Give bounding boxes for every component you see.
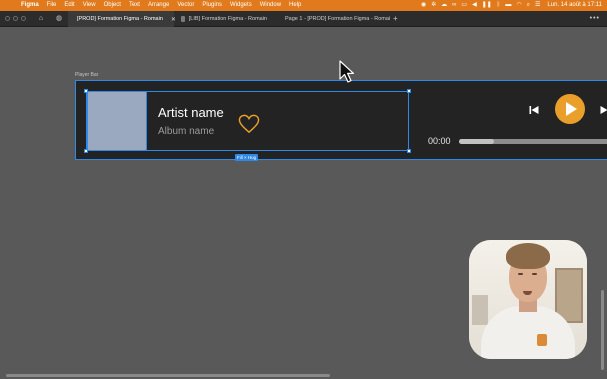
- menu-help[interactable]: Help: [285, 0, 305, 11]
- menu-arrange[interactable]: Arrange: [144, 0, 173, 11]
- presenter-eye: [518, 273, 523, 275]
- creative-cloud-icon[interactable]: ☁: [441, 0, 447, 11]
- tab-label: [PROD] Formation Figma - Romain: [77, 16, 163, 22]
- control-center-icon[interactable]: ☰: [535, 0, 540, 11]
- window-minimize-button[interactable]: [13, 16, 18, 21]
- volume-icon[interactable]: ◀: [472, 0, 477, 11]
- settings-icon[interactable]: ✲: [431, 0, 436, 11]
- record-icon[interactable]: ◉: [421, 0, 426, 11]
- menu-vector[interactable]: Vector: [173, 0, 198, 11]
- progress-track[interactable]: [459, 139, 607, 144]
- tab-lib-file[interactable]: [LIB] Formation Figma - Romain: [176, 11, 272, 27]
- selection-box: [86, 91, 409, 151]
- battery-icon[interactable]: ▬: [505, 0, 511, 11]
- menu-bar: Figma File Edit View Object Text Arrange…: [0, 0, 607, 11]
- menu-widgets[interactable]: Widgets: [226, 0, 256, 11]
- status-area: ◉ ✲ ☁ ∞ ▭ ◀ ❚❚ ᛒ ▬ ◠ ⌕ ☰ Lun. 14 août à …: [421, 0, 602, 11]
- skip-next-icon[interactable]: [599, 104, 607, 116]
- search-icon[interactable]: ⌕: [527, 0, 530, 11]
- tab-prod-file[interactable]: [PROD] Formation Figma - Romain ✕: [68, 11, 176, 27]
- link-icon[interactable]: ∞: [452, 0, 456, 11]
- shirt-print: [537, 334, 547, 346]
- menu-view[interactable]: View: [79, 0, 100, 11]
- elapsed-time: 00:00: [428, 136, 451, 146]
- player-bar-frame[interactable]: Artist name Album name Fill × Hug 00:00: [75, 80, 607, 161]
- tab-page-1[interactable]: Page 1 - [PROD] Formation Figma - Romai: [276, 11, 391, 27]
- resize-handle[interactable]: [84, 149, 88, 153]
- menu-clock[interactable]: Lun. 14 août à 17:11: [547, 0, 602, 11]
- window-zoom-button[interactable]: [21, 16, 26, 21]
- menu-app-name[interactable]: Figma: [17, 0, 43, 11]
- menu-text[interactable]: Text: [125, 0, 144, 11]
- window-close-button[interactable]: [5, 16, 10, 21]
- menu-object[interactable]: Object: [100, 0, 125, 11]
- frame-label[interactable]: Player Bar: [75, 72, 98, 78]
- tab-label: Page 1 - [PROD] Formation Figma - Romai: [285, 16, 391, 22]
- webcam-shelf: [472, 295, 488, 325]
- bluetooth-icon[interactable]: ᛒ: [497, 0, 501, 11]
- play-button[interactable]: [555, 94, 585, 124]
- menu-window[interactable]: Window: [256, 0, 285, 11]
- display-icon[interactable]: ▭: [461, 0, 467, 11]
- vertical-scrollbar[interactable]: [601, 290, 604, 370]
- presenter-hair: [506, 243, 550, 269]
- globe-icon[interactable]: ◍: [54, 14, 64, 24]
- menu-file[interactable]: File: [43, 0, 61, 11]
- resize-handle[interactable]: [84, 89, 88, 93]
- home-icon[interactable]: ⌂: [36, 14, 46, 24]
- more-icon[interactable]: •••: [590, 14, 600, 24]
- menu-plugins[interactable]: Plugins: [198, 0, 226, 11]
- progress-fill: [459, 139, 495, 144]
- figma-tab-bar: ⌂ ◍ [PROD] Formation Figma - Romain ✕ [L…: [0, 11, 607, 27]
- selection-size-badge: Fill × Hug: [235, 154, 259, 161]
- webcam-overlay: [469, 240, 587, 359]
- skip-previous-icon[interactable]: [528, 104, 540, 116]
- tab-label: [LIB] Formation Figma - Romain: [188, 16, 267, 22]
- pause-icon[interactable]: ❚❚: [482, 0, 492, 11]
- mouse-cursor-icon: [339, 60, 355, 83]
- resize-handle[interactable]: [407, 149, 411, 153]
- menu-edit[interactable]: Edit: [60, 0, 78, 11]
- new-tab-icon[interactable]: +: [393, 14, 398, 24]
- wifi-icon[interactable]: ◠: [516, 0, 521, 11]
- presenter-eye: [532, 273, 537, 275]
- resize-handle[interactable]: [407, 89, 411, 93]
- figma-file-icon: [181, 16, 185, 22]
- horizontal-scrollbar[interactable]: [6, 374, 330, 377]
- play-icon: [566, 102, 577, 116]
